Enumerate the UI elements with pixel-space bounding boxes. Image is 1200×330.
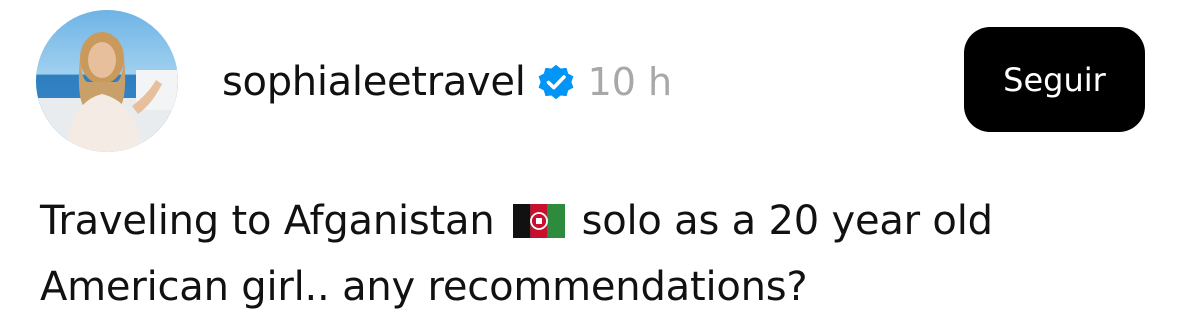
avatar-photo <box>36 10 178 152</box>
post-text-line-2: American girl.. any recommendations? <box>40 264 808 310</box>
afghanistan-flag-icon <box>513 204 566 238</box>
avatar[interactable] <box>36 10 178 152</box>
post-body: Traveling to Afganistan solo as a 20 yea… <box>40 188 1170 320</box>
username-link[interactable]: sophialeetravel <box>222 59 526 105</box>
post-text-line-1: Traveling to Afganistan solo as a 20 yea… <box>40 188 1170 254</box>
follow-button[interactable]: Seguir <box>964 27 1145 132</box>
post-timestamp: 10 h <box>587 60 673 104</box>
post-header: sophialeetravel 10 h <box>222 56 672 108</box>
post-text-segment: Traveling to Afganistan <box>40 198 495 244</box>
post-text-segment: solo as a 20 year old <box>581 198 993 244</box>
verified-badge-icon <box>536 62 576 102</box>
